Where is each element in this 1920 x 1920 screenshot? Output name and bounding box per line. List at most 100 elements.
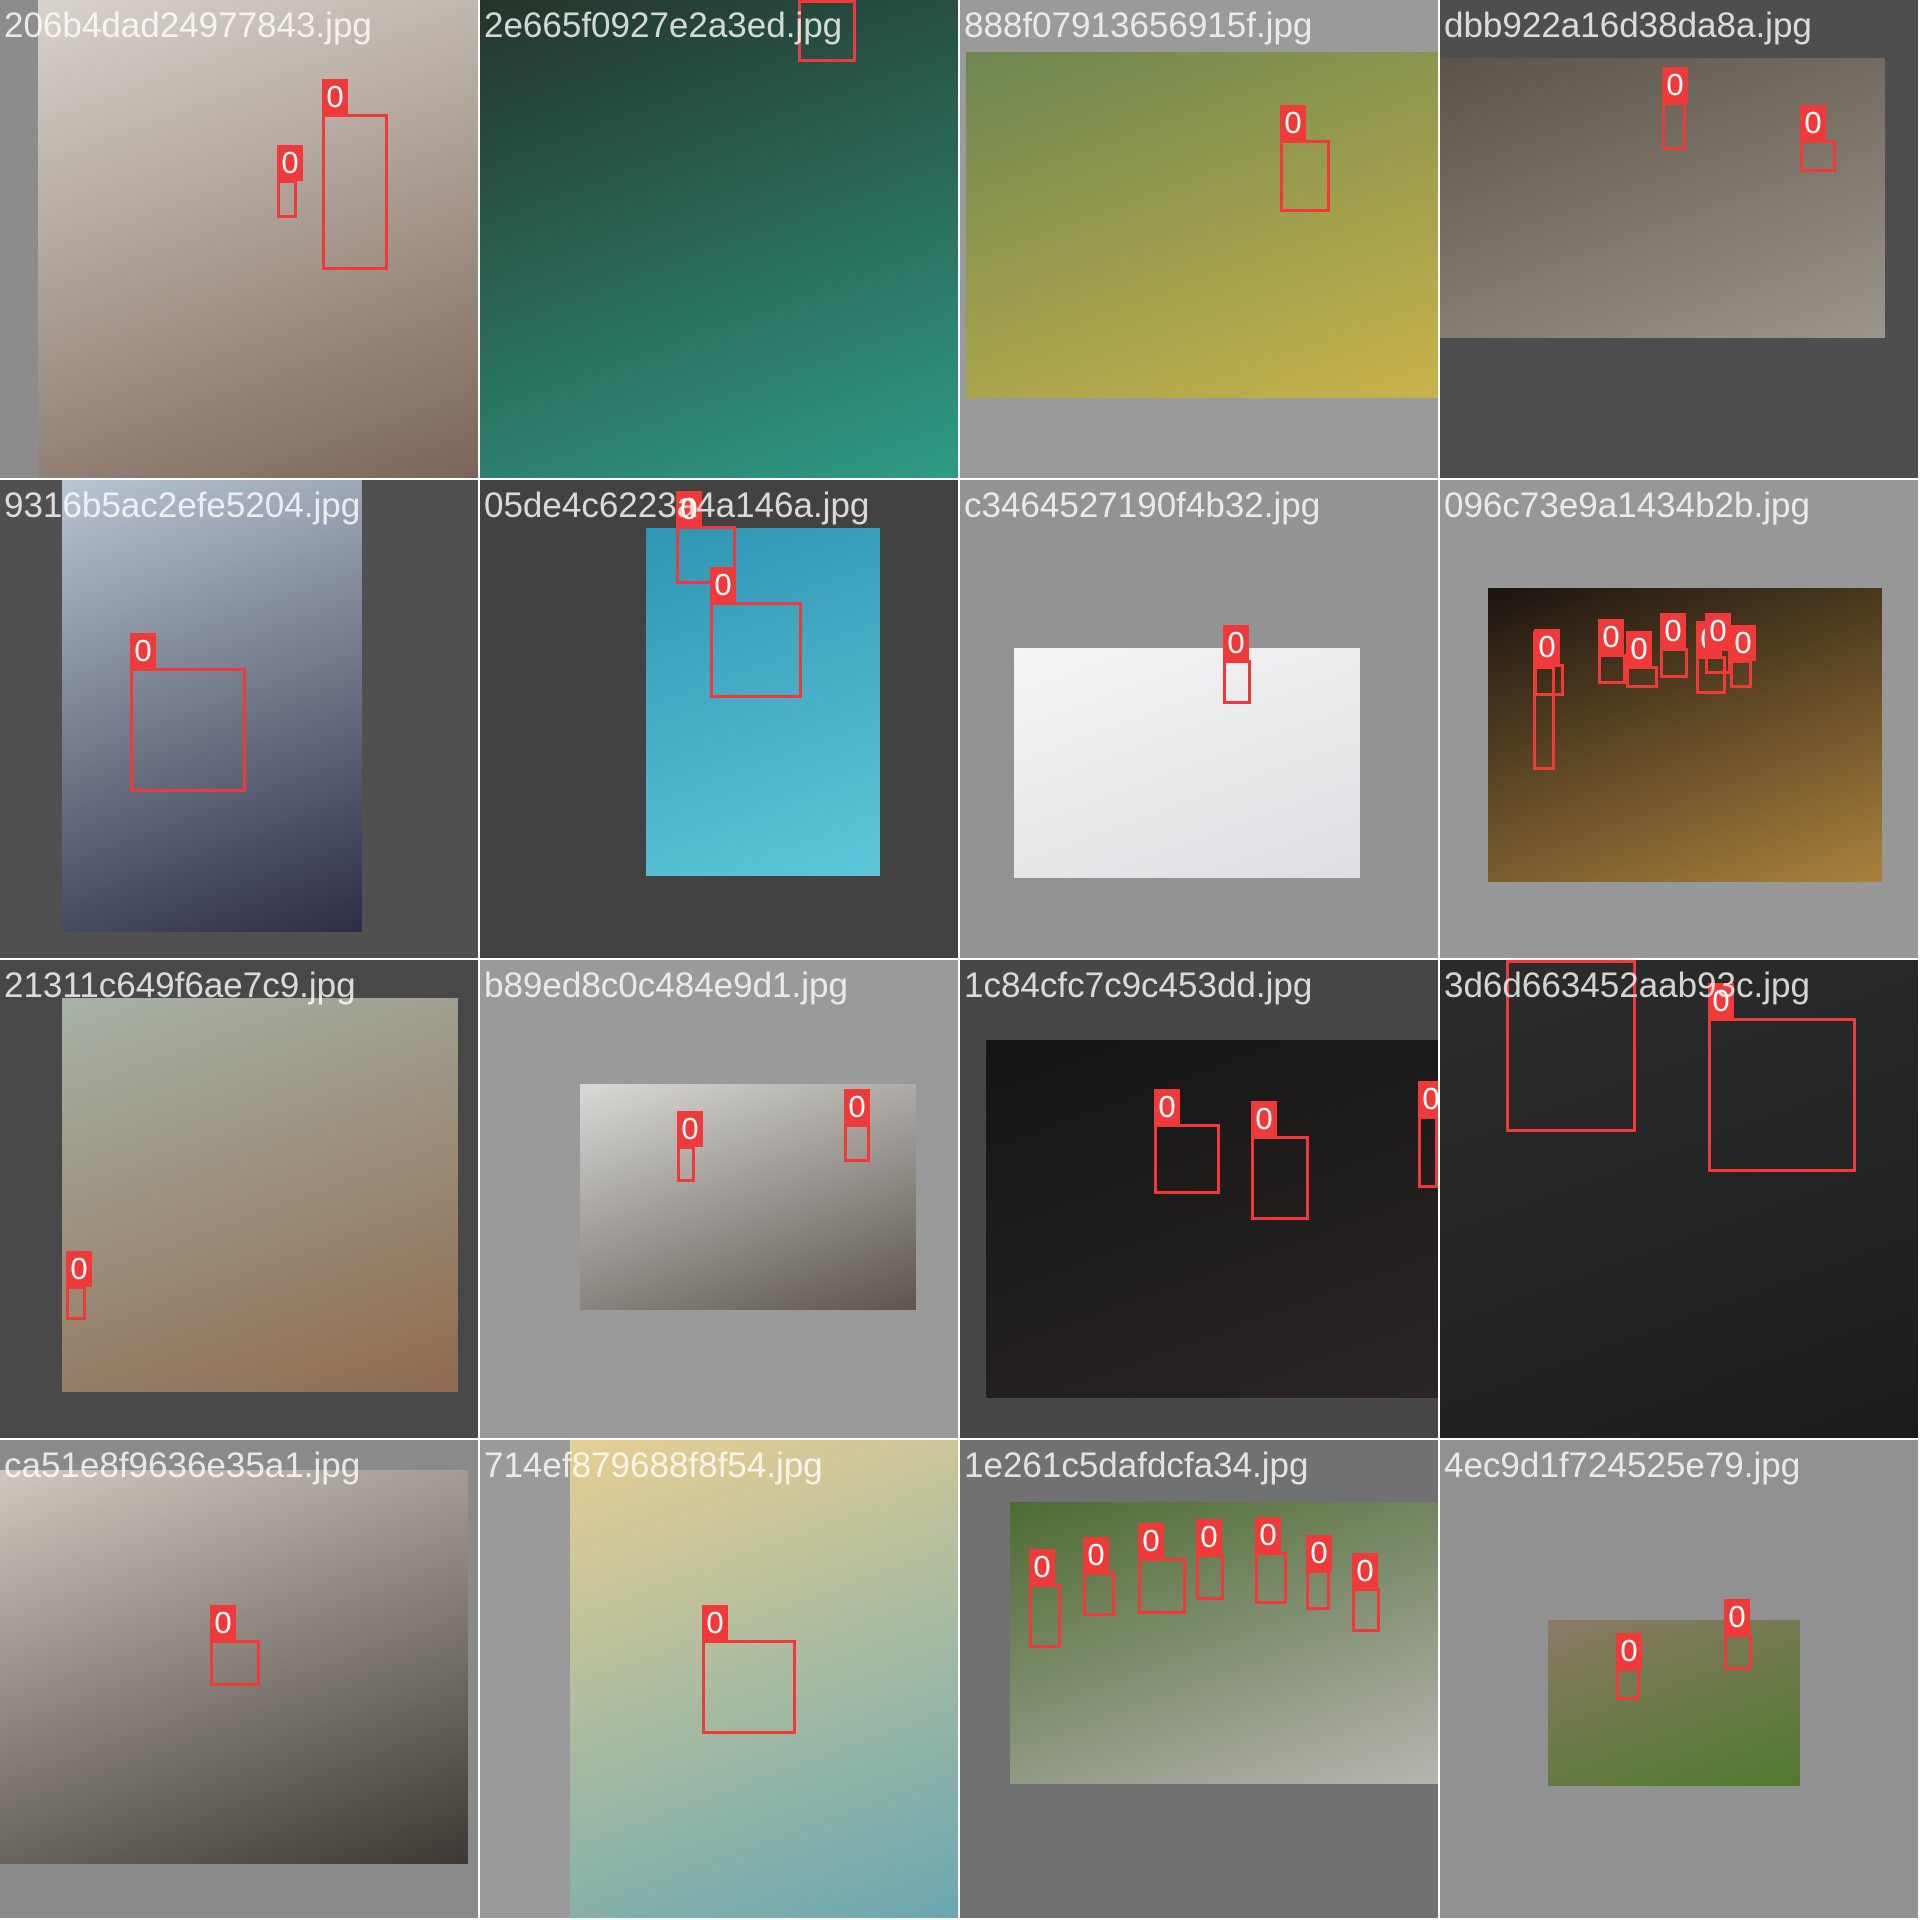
image-filename-label: 4ec9d1f724525e79.jpg	[1444, 1446, 1801, 1485]
image-filename-label: 1c84cfc7c9c453dd.jpg	[964, 966, 1313, 1005]
class-label-tag: 0	[1196, 1519, 1222, 1555]
class-label-tag: 0	[1223, 625, 1249, 661]
class-label-tag: 0	[1662, 67, 1688, 103]
mosaic-tile[interactable]: 0 9316b5ac2efe5204.jpg	[0, 480, 478, 958]
face-bounding-box: 0	[1029, 1549, 1061, 1648]
class-label-tag: 0	[1705, 613, 1731, 649]
photo-placeholder	[38, 0, 478, 478]
face-bounding-box: 0	[1306, 1535, 1332, 1610]
class-label-tag: 0	[1251, 1101, 1277, 1137]
mosaic-tile[interactable]: 00000000096c73e9a1434b2b.jpg	[1440, 480, 1918, 958]
thumbnail-photo	[986, 1040, 1438, 1398]
class-label-tag: 0	[277, 145, 303, 181]
detection-mosaic-grid: 00206b4dad24977843.jpg02e665f0927e2a3ed.…	[0, 0, 1920, 1920]
face-bounding-box: 0	[1352, 1553, 1380, 1632]
face-bounding-box: 0	[1223, 625, 1251, 704]
face-bounding-box: 0	[677, 1111, 703, 1182]
face-bounding-box: 0	[1138, 1523, 1186, 1614]
mosaic-tile[interactable]: 0 0 b89ed8c0c484e9d1.jpg	[480, 960, 958, 1438]
image-filename-label: 096c73e9a1434b2b.jpg	[1444, 486, 1810, 525]
face-bounding-box: 0	[1418, 1081, 1438, 1188]
class-label-tag: 0	[66, 1251, 92, 1287]
thumbnail-photo	[62, 998, 458, 1392]
photo-placeholder	[1010, 1502, 1438, 1784]
thumbnail-photo	[1548, 1620, 1800, 1786]
mosaic-tile[interactable]: 0 21311c649f6ae7c9.jpg	[0, 960, 478, 1438]
photo-placeholder	[62, 998, 458, 1392]
class-label-tag: 0	[710, 567, 736, 603]
face-bounding-box: 0	[1083, 1537, 1115, 1616]
image-filename-label: 888f07913656915f.jpg	[964, 6, 1313, 45]
class-label-tag: 0	[1083, 1537, 1109, 1573]
mosaic-tile[interactable]: 0 c3464527190f4b32.jpg	[960, 480, 1438, 958]
mosaic-tile[interactable]: 0 888f07913656915f.jpg	[960, 0, 1438, 478]
mosaic-tile[interactable]: 0 0 dbb922a16d38da8a.jpg	[1440, 0, 1918, 478]
thumbnail-photo	[1014, 648, 1360, 878]
class-label-tag: 0	[1506, 960, 1532, 961]
face-bounding-box: 0	[798, 0, 856, 62]
face-bounding-box: 0	[1626, 631, 1658, 688]
mosaic-tile[interactable]: 003d6d663452aab93c.jpg	[1440, 960, 1918, 1438]
photo-placeholder	[480, 0, 958, 478]
class-label-tag: 0	[210, 1605, 236, 1641]
class-label-tag: 0	[1724, 1599, 1750, 1635]
class-label-tag: 0	[130, 633, 156, 669]
face-bounding-box: 0	[1154, 1089, 1220, 1194]
mosaic-tile[interactable]: 0 714ef879688f8f54.jpg	[480, 1440, 958, 1918]
image-filename-label: 1e261c5dafdcfa34.jpg	[964, 1446, 1309, 1485]
face-bounding-box: 0	[1534, 629, 1564, 696]
class-label-tag: 0	[322, 79, 348, 115]
face-bounding-box: 0	[210, 1605, 260, 1686]
class-label-tag: 0	[1154, 1089, 1180, 1125]
face-bounding-box: 0	[1506, 960, 1636, 1132]
thumbnail-photo	[1010, 1502, 1438, 1784]
mosaic-tile[interactable]: 02e665f0927e2a3ed.jpg	[480, 0, 958, 478]
thumbnail-photo	[38, 0, 478, 478]
class-label-tag: 0	[1029, 1549, 1055, 1585]
class-label-tag: 0	[1352, 1553, 1378, 1589]
face-bounding-box: 0	[710, 567, 802, 698]
class-label-tag: 0	[1708, 983, 1734, 1019]
face-bounding-box: 0	[1255, 1517, 1287, 1604]
class-label-tag: 0	[798, 0, 824, 1]
face-bounding-box: 0	[1660, 613, 1688, 678]
face-bounding-box: 0	[1598, 619, 1626, 684]
class-label-tag: 0	[844, 1089, 870, 1125]
class-label-tag: 0	[1626, 631, 1652, 667]
face-bounding-box: 0	[1800, 105, 1836, 172]
photo-placeholder	[1548, 1620, 1800, 1786]
class-label-tag: 0	[676, 491, 702, 527]
face-bounding-box: 0	[1280, 105, 1330, 212]
face-bounding-box: 0	[66, 1251, 92, 1320]
mosaic-tile[interactable]: 0 0 206b4dad24977843.jpg	[0, 0, 478, 478]
class-label-tag: 0	[1306, 1535, 1332, 1571]
face-bounding-box: 0	[1708, 983, 1856, 1172]
face-bounding-box: 0	[1705, 613, 1731, 674]
class-label-tag: 0	[1255, 1517, 1281, 1553]
image-filename-label: dbb922a16d38da8a.jpg	[1444, 6, 1812, 45]
image-filename-label: c3464527190f4b32.jpg	[964, 486, 1321, 525]
face-bounding-box: 0	[844, 1089, 870, 1162]
face-bounding-box: 0	[1616, 1633, 1642, 1700]
face-bounding-box: 0	[277, 145, 303, 218]
class-label-tag: 0	[1660, 613, 1686, 649]
class-label-tag: 0	[1598, 619, 1624, 655]
class-label-tag: 0	[1616, 1633, 1642, 1669]
class-label-tag: 0	[1138, 1523, 1164, 1559]
face-bounding-box: 0	[1724, 1599, 1752, 1670]
mosaic-tile[interactable]: 0 ca51e8f9636e35a1.jpg	[0, 1440, 478, 1918]
mosaic-tile[interactable]: 0 0 05de4c6223a4a146a.jpg	[480, 480, 958, 958]
image-filename-label: b89ed8c0c484e9d1.jpg	[484, 966, 848, 1005]
class-label-tag: 0	[1418, 1081, 1438, 1117]
mosaic-tile[interactable]: 0 0 4ec9d1f724525e79.jpg	[1440, 1440, 1918, 1918]
photo-placeholder	[986, 1040, 1438, 1398]
mosaic-tile[interactable]: 0 0 0 1c84cfc7c9c453dd.jpg	[960, 960, 1438, 1438]
class-label-tag: 0	[1280, 105, 1306, 141]
face-bounding-box: 0	[702, 1605, 796, 1734]
face-bounding-box: 0	[1251, 1101, 1309, 1220]
face-bounding-box: 0	[130, 633, 246, 792]
class-label-tag: 0	[1534, 629, 1560, 665]
thumbnail-photo	[966, 52, 1438, 398]
class-label-tag: 0	[1800, 105, 1826, 141]
mosaic-tile[interactable]: 0 0 0 0 0 0 0 1e261c5dafdcfa34.jpg	[960, 1440, 1438, 1918]
